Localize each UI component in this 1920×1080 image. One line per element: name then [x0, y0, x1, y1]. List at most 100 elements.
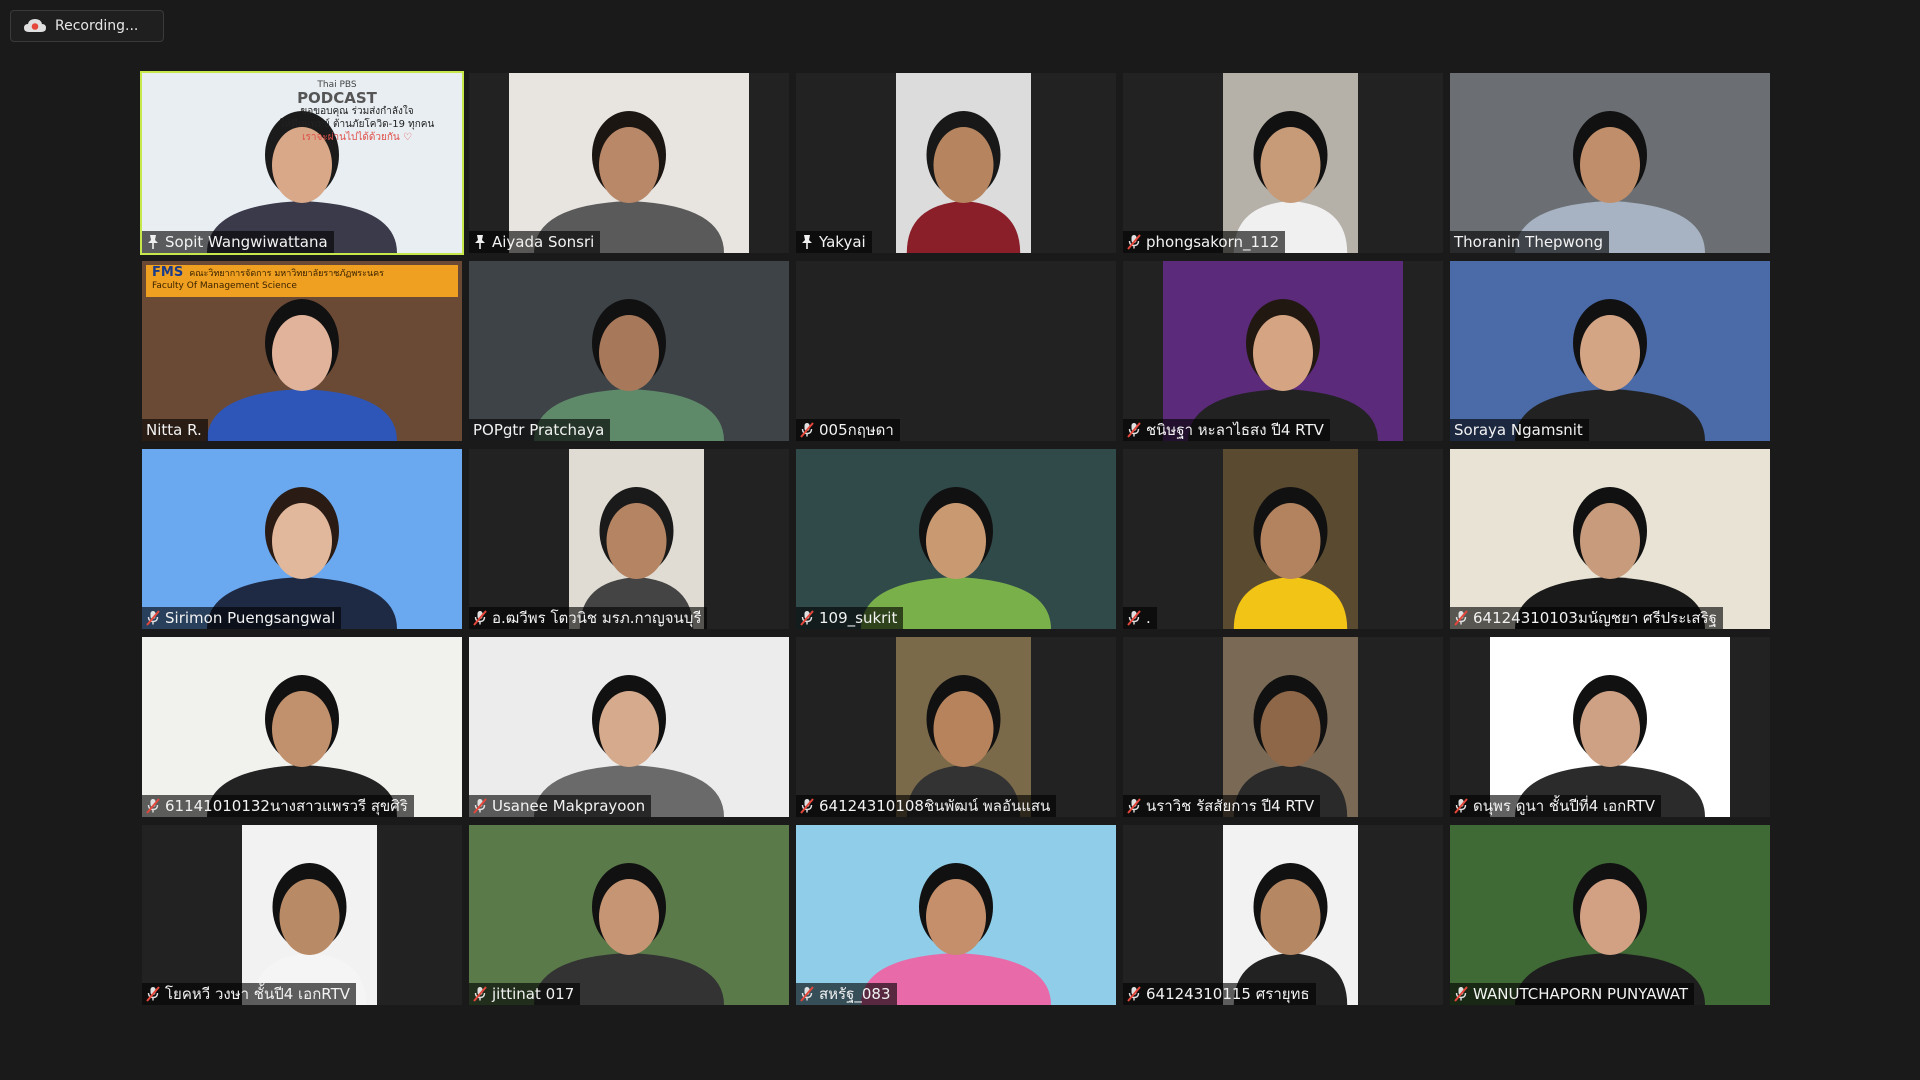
participant-name: phongsakorn_112 [1146, 233, 1280, 251]
participant-video [142, 449, 462, 629]
participant-video [796, 73, 1116, 253]
participant-name-label: Aiyada Sonsri [469, 231, 601, 253]
participant-name: นราวิช รัสสัยการ ปี4 RTV [1146, 797, 1315, 815]
muted-microphone-icon [146, 986, 160, 1002]
pin-icon [473, 234, 487, 250]
muted-microphone-icon [473, 986, 487, 1002]
participant-tile[interactable]: 61141010132นางสาวแพรวรี สุขศิริ [142, 637, 462, 817]
muted-microphone-icon [800, 798, 814, 814]
participant-name: อ.ฒวีพร โตวนิช มรภ.กาญจนบุรี [492, 609, 702, 627]
participant-tile[interactable]: 64124310108ชินพัฒน์ พลอันแสน [796, 637, 1116, 817]
participant-name-label: . [1123, 607, 1157, 629]
participant-video: Thai PBS PODCAST ขอขอบคุณ ร่วมส่งกำลังใจ ให… [142, 73, 462, 253]
participant-name: 64124310115 ศรายุทธ [1146, 985, 1310, 1003]
participant-tile[interactable]: ดนุพร ดูนา ชั้นปีที่4 เอกRTV [1450, 637, 1770, 817]
virtual-background-text: Thai PBS PODCAST ขอขอบคุณ ร่วมส่งกำลังใจ ให… [142, 79, 462, 144]
participant-tile[interactable]: . [1123, 449, 1443, 629]
participant-name-label: ชนิษฐา หะลาไธสง ปี4 RTV [1123, 419, 1330, 441]
participant-video [1123, 73, 1443, 253]
recording-indicator[interactable]: Recording... [10, 10, 164, 42]
participant-tile[interactable]: Usanee Makprayoon [469, 637, 789, 817]
muted-microphone-icon [1127, 234, 1141, 250]
pin-icon [146, 234, 160, 250]
participant-name-label: Soraya Ngamsnit [1450, 419, 1589, 441]
muted-microphone-icon [1127, 986, 1141, 1002]
participant-name: Sirimon Puengsangwal [165, 609, 336, 627]
participant-tile[interactable]: jittinat 017 [469, 825, 789, 1005]
participant-video [1123, 261, 1443, 441]
participant-tile[interactable]: Thai PBS PODCAST ขอขอบคุณ ร่วมส่งกำลังใจ ให… [140, 71, 464, 255]
participant-video [142, 825, 462, 1005]
participant-video [469, 637, 789, 817]
overlay-line-1: ขอขอบคุณ ร่วมส่งกำลังใจ [300, 106, 414, 117]
muted-microphone-icon [146, 610, 160, 626]
participant-video [1450, 73, 1770, 253]
participant-tile[interactable]: POPgtr Pratchaya [469, 261, 789, 441]
participant-name-label: โยคหวี วงษา ชั้นปี4 เอกRTV [142, 983, 357, 1005]
participant-tile[interactable]: โยคหวี วงษา ชั้นปี4 เอกRTV [142, 825, 462, 1005]
faculty-name-english: Faculty Of Management Science [152, 281, 297, 291]
participant-video [1450, 825, 1770, 1005]
muted-microphone-icon [146, 798, 160, 814]
participant-name-label: Sopit Wangwiwattana [142, 231, 334, 253]
participant-name: 64124310108ชินพัฒน์ พลอันแสน [819, 797, 1051, 815]
participant-video [1123, 825, 1443, 1005]
participant-tile[interactable]: Soraya Ngamsnit [1450, 261, 1770, 441]
participant-name: 61141010132นางสาวแพรวรี สุขศิริ [165, 797, 408, 815]
participant-name-label: Usanee Makprayoon [469, 795, 652, 817]
participant-tile[interactable]: 64124310115 ศรายุทธ [1123, 825, 1443, 1005]
virtual-background-text: FMS คณะวิทยาการจัดการ มหาวิทยาลัยราชภัฏพร… [146, 265, 458, 297]
muted-microphone-icon [1127, 422, 1141, 438]
overlay-line-2: ให้ทีมแพทย์ ต้านภัยโควิด-19 ทุกคน [279, 119, 435, 130]
participant-name: 109_sukrit [819, 609, 898, 627]
participant-video [469, 73, 789, 253]
participant-tile[interactable]: ชนิษฐา หะลาไธสง ปี4 RTV [1123, 261, 1443, 441]
participant-name-label: WANUTCHAPORN PUNYAWAT [1450, 983, 1694, 1005]
participant-name-label: Nitta R. [142, 419, 208, 441]
participant-name-label: 64124310115 ศรายุทธ [1123, 983, 1316, 1005]
recording-cloud-icon [23, 17, 47, 35]
muted-microphone-icon [473, 610, 487, 626]
participant-name-label: 109_sukrit [796, 607, 904, 629]
participant-tile[interactable]: FMS คณะวิทยาการจัดการ มหาวิทยาลัยราชภัฏพร… [142, 261, 462, 441]
podcast-title: PODCAST [297, 89, 377, 107]
participant-name: สหรัฐ_083 [819, 985, 891, 1003]
participant-name-label: 61141010132นางสาวแพรวรี สุขศิริ [142, 795, 414, 817]
participant-tile[interactable]: 64124310103มนัญชยา ศรีประเสริฐ [1450, 449, 1770, 629]
participant-name: . [1146, 609, 1151, 627]
participant-video [1123, 449, 1443, 629]
participant-tile[interactable]: 005กฤษดา [796, 261, 1116, 441]
participant-tile[interactable]: อ.ฒวีพร โตวนิช มรภ.กาญจนบุรี [469, 449, 789, 629]
participant-tile[interactable]: WANUTCHAPORN PUNYAWAT [1450, 825, 1770, 1005]
participant-tile[interactable]: Aiyada Sonsri [469, 73, 789, 253]
participant-name: Usanee Makprayoon [492, 797, 646, 815]
participant-video [1450, 637, 1770, 817]
overlay-line-3: เราจะผ่านไปได้ด้วยกัน ♡ [302, 132, 412, 143]
muted-microphone-icon [1454, 798, 1468, 814]
participant-video [469, 261, 789, 441]
muted-microphone-icon [1127, 798, 1141, 814]
participant-name: 64124310103มนัญชยา ศรีประเสริฐ [1473, 609, 1717, 627]
participant-video [1123, 637, 1443, 817]
participant-name: Aiyada Sonsri [492, 233, 595, 251]
participant-name-label: สหรัฐ_083 [796, 983, 897, 1005]
participant-name-label: Thoranin Thepwong [1450, 231, 1610, 253]
participant-name-label: phongsakorn_112 [1123, 231, 1286, 253]
participant-name: Yakyai [819, 233, 866, 251]
participant-tile[interactable]: phongsakorn_112 [1123, 73, 1443, 253]
fms-logo-text: FMS [152, 265, 184, 280]
participant-name-label: นราวิช รัสสัยการ ปี4 RTV [1123, 795, 1321, 817]
participant-name-label: 64124310103มนัญชยา ศรีประเสริฐ [1450, 607, 1723, 629]
muted-microphone-icon [800, 610, 814, 626]
muted-microphone-icon [800, 422, 814, 438]
participant-name-label: อ.ฒวีพร โตวนิช มรภ.กาญจนบุรี [469, 607, 708, 629]
participant-tile[interactable]: Sirimon Puengsangwal [142, 449, 462, 629]
participant-tile[interactable]: Yakyai [796, 73, 1116, 253]
participant-tile[interactable]: นราวิช รัสสัยการ ปี4 RTV [1123, 637, 1443, 817]
participant-video [1450, 449, 1770, 629]
participant-tile[interactable]: สหรัฐ_083 [796, 825, 1116, 1005]
participant-video [796, 825, 1116, 1005]
participant-tile[interactable]: 109_sukrit [796, 449, 1116, 629]
muted-microphone-icon [800, 986, 814, 1002]
participant-tile[interactable]: Thoranin Thepwong [1450, 73, 1770, 253]
